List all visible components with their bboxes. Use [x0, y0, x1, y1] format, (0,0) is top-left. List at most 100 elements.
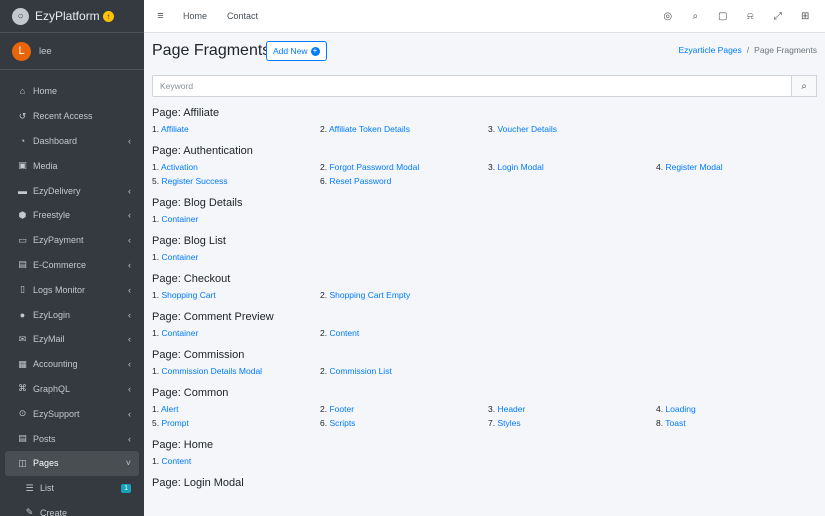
sidebar-item-ezypayment[interactable]: ▭ EzyPayment ‹: [0, 228, 144, 253]
newspaper-icon: ▤: [18, 433, 27, 444]
fragment-link[interactable]: Scripts: [329, 418, 355, 428]
th-large-icon[interactable]: ⊞: [792, 11, 820, 22]
fragment-link[interactable]: Login Modal: [497, 162, 543, 172]
sidebar-item-label: Posts: [33, 433, 56, 444]
sidebar-item-logs-monitor[interactable]: ▯ Logs Monitor ‹: [0, 277, 144, 302]
fragment-link[interactable]: Register Success: [161, 176, 227, 186]
search-button[interactable]: ⌕: [792, 75, 817, 97]
fragment-item: 1. Affiliate: [152, 124, 189, 134]
nav-link-contact[interactable]: Contact: [227, 11, 258, 21]
sidebar-item-ezylogin[interactable]: ● EzyLogin ‹: [0, 302, 144, 327]
section-title: Page: Home: [152, 439, 214, 451]
fragment-link[interactable]: Toast: [665, 418, 685, 428]
fragment-link[interactable]: Loading: [665, 404, 695, 414]
fragment-list: 1. Container: [152, 212, 824, 233]
menu-toggle-icon[interactable]: ≡: [144, 10, 177, 22]
chevron-icon: ‹: [128, 309, 131, 320]
fragment-link[interactable]: Commission Details Modal: [161, 366, 262, 376]
sidebar-item-pages[interactable]: ◫ Pages ˅: [5, 450, 139, 476]
history-icon: ↺: [18, 110, 27, 121]
sidebar-item-e-commerce[interactable]: ▤ E-Commerce ‹: [0, 253, 144, 278]
sidebar-item-ezydelivery[interactable]: ▬ EzyDelivery ‹: [0, 178, 144, 203]
sidebar-item-ezymail[interactable]: ✉ EzyMail ‹: [0, 327, 144, 352]
fragment-link[interactable]: Alert: [161, 404, 178, 414]
fragment-link[interactable]: Affiliate: [161, 124, 189, 134]
fragment-link[interactable]: Voucher Details: [497, 124, 557, 134]
fragment-list: 1. Shopping Cart 2. Shopping Cart Empty: [152, 288, 824, 309]
nav-link-home[interactable]: Home: [183, 11, 207, 21]
fragment-link[interactable]: Forgot Password Modal: [329, 162, 419, 172]
fragment-link[interactable]: Reset Password: [329, 176, 391, 186]
comments-icon[interactable]: ▢: [709, 11, 737, 22]
brand-link[interactable]: ○ EzyPlatform ↑: [0, 0, 144, 33]
fragment-item: 1. Container: [152, 214, 199, 224]
fragment-section: Page: Authentication 1. Activation 2. Forg…: [152, 143, 825, 195]
fragment-section: Page: Blog List 1. Container: [152, 233, 825, 271]
bell-icon[interactable]: ⍾: [737, 11, 765, 22]
fragment-link[interactable]: Shopping Cart: [161, 290, 215, 300]
sidebar-subitem-list[interactable]: ☰ List 1: [0, 476, 144, 501]
sidebar-item-accounting[interactable]: ▦ Accounting ‹: [0, 352, 144, 377]
sidebar-item-freestyle[interactable]: ⬢ Freestyle ‹: [0, 203, 144, 228]
sidebar-item-recent-access[interactable]: ↺ Recent Access: [0, 104, 144, 129]
fragment-link[interactable]: Prompt: [161, 418, 188, 428]
sidebar-item-home[interactable]: ⌂ Home: [0, 79, 144, 104]
sidebar-subitem-create[interactable]: ✎ Create: [0, 501, 144, 516]
fragment-link[interactable]: Content: [329, 328, 359, 338]
fragment-item: 2. Shopping Cart Empty: [320, 290, 411, 300]
top-navbar: ≡ Home Contact ◎ ⌕ ▢ ⍾ ⤢ ⊞: [144, 0, 825, 33]
fragment-list: 1. Activation 2. Forgot Password Modal 3. …: [152, 160, 824, 195]
fragment-link[interactable]: Container: [161, 328, 198, 338]
fragment-link[interactable]: Commission List: [329, 366, 391, 376]
user-panel[interactable]: L lee: [0, 33, 144, 70]
fragment-item: 4. Loading: [656, 404, 696, 414]
fragment-item: 2. Content: [320, 328, 360, 338]
fragment-item: 1. Container: [152, 328, 199, 338]
page-title: Page Fragments: [152, 42, 271, 59]
fragment-link[interactable]: Shopping Cart Empty: [329, 290, 410, 300]
search-input[interactable]: [152, 75, 792, 97]
sidebar-item-graphql[interactable]: ⌘ GraphQL ‹: [0, 377, 144, 402]
brand-logo-icon: ○: [12, 7, 29, 25]
fragment-link[interactable]: Register Modal: [665, 162, 722, 172]
chevron-icon: ‹: [128, 135, 131, 146]
fragment-link[interactable]: Header: [497, 404, 525, 414]
globe-icon[interactable]: ◎: [654, 11, 682, 22]
section-title: Page: Login Modal: [152, 477, 244, 489]
fragment-link[interactable]: Affiliate Token Details: [329, 124, 410, 134]
fragment-link[interactable]: Container: [161, 252, 198, 262]
fragment-link[interactable]: Content: [161, 456, 191, 466]
credit-card-icon: ▭: [18, 234, 27, 245]
search-bar: ⌕: [152, 75, 817, 97]
breadcrumb-current: Page Fragments: [754, 45, 817, 55]
sidebar-item-label: Create: [40, 507, 68, 516]
life-ring-icon: ⊙: [18, 408, 27, 419]
envelope-icon: ✉: [18, 333, 27, 344]
main-content: Page Fragments Add New + Ezyarticle Page…: [144, 33, 825, 516]
fragment-list: 1. Content: [152, 454, 824, 475]
chevron-icon: ‹: [128, 433, 131, 444]
expand-icon[interactable]: ⤢: [764, 11, 792, 22]
add-new-button[interactable]: Add New +: [266, 41, 327, 61]
sidebar-nav: ⌂ Home ↺ Recent Access ◔ Dashboard ‹ ▣ Media ▬ Ezy…: [0, 70, 144, 516]
fragment-link[interactable]: Styles: [497, 418, 520, 428]
fragment-link[interactable]: Footer: [329, 404, 354, 414]
sidebar-item-posts[interactable]: ▤ Posts ‹: [0, 426, 144, 451]
sidebar-item-label: Home: [33, 86, 58, 97]
fragment-list: 1. Container: [152, 250, 824, 271]
sidebar-item-label: EzyMail: [33, 334, 65, 345]
fragment-item: 1. Shopping Cart: [152, 290, 216, 300]
sidebar-item-media[interactable]: ▣ Media: [0, 153, 144, 178]
search-icon[interactable]: ⌕: [682, 11, 710, 22]
sidebar-item-label: List: [40, 483, 55, 494]
sidebar-item-dashboard[interactable]: ◔ Dashboard ‹: [0, 129, 144, 154]
username[interactable]: lee: [39, 46, 52, 57]
breadcrumb-link[interactable]: Ezyarticle Pages: [678, 45, 741, 55]
fragment-link[interactable]: Activation: [161, 162, 198, 172]
sidebar-item-ezysupport[interactable]: ⊙ EzySupport ‹: [0, 401, 144, 426]
chevron-icon: ‹: [128, 383, 131, 394]
fragment-section: Page: Common 1. Alert 2. Footer 3. Header 4.…: [152, 385, 825, 437]
fragment-item: 6. Scripts: [320, 418, 356, 428]
fragment-link[interactable]: Container: [161, 214, 198, 224]
file-icon: ▯: [20, 284, 25, 295]
